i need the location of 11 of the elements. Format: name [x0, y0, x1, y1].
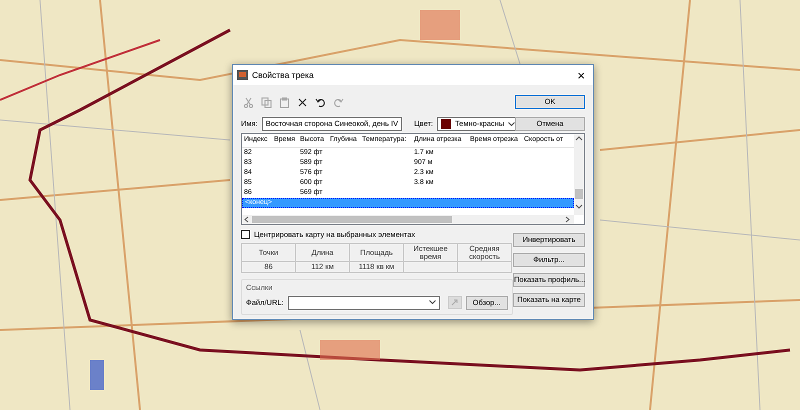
close-button[interactable]: ×	[573, 68, 589, 82]
window-title: Свойства трека	[252, 68, 314, 82]
delete-icon[interactable]	[297, 96, 308, 108]
vertical-scrollbar[interactable]	[574, 134, 584, 215]
undo-icon[interactable]	[315, 96, 326, 108]
checkbox[interactable]	[241, 230, 250, 240]
go-button[interactable]	[448, 296, 462, 309]
url-dropdown[interactable]	[288, 296, 440, 310]
window-icon	[237, 70, 248, 80]
arrow-icon	[451, 299, 458, 306]
horizontal-scrollbar[interactable]	[242, 215, 574, 224]
